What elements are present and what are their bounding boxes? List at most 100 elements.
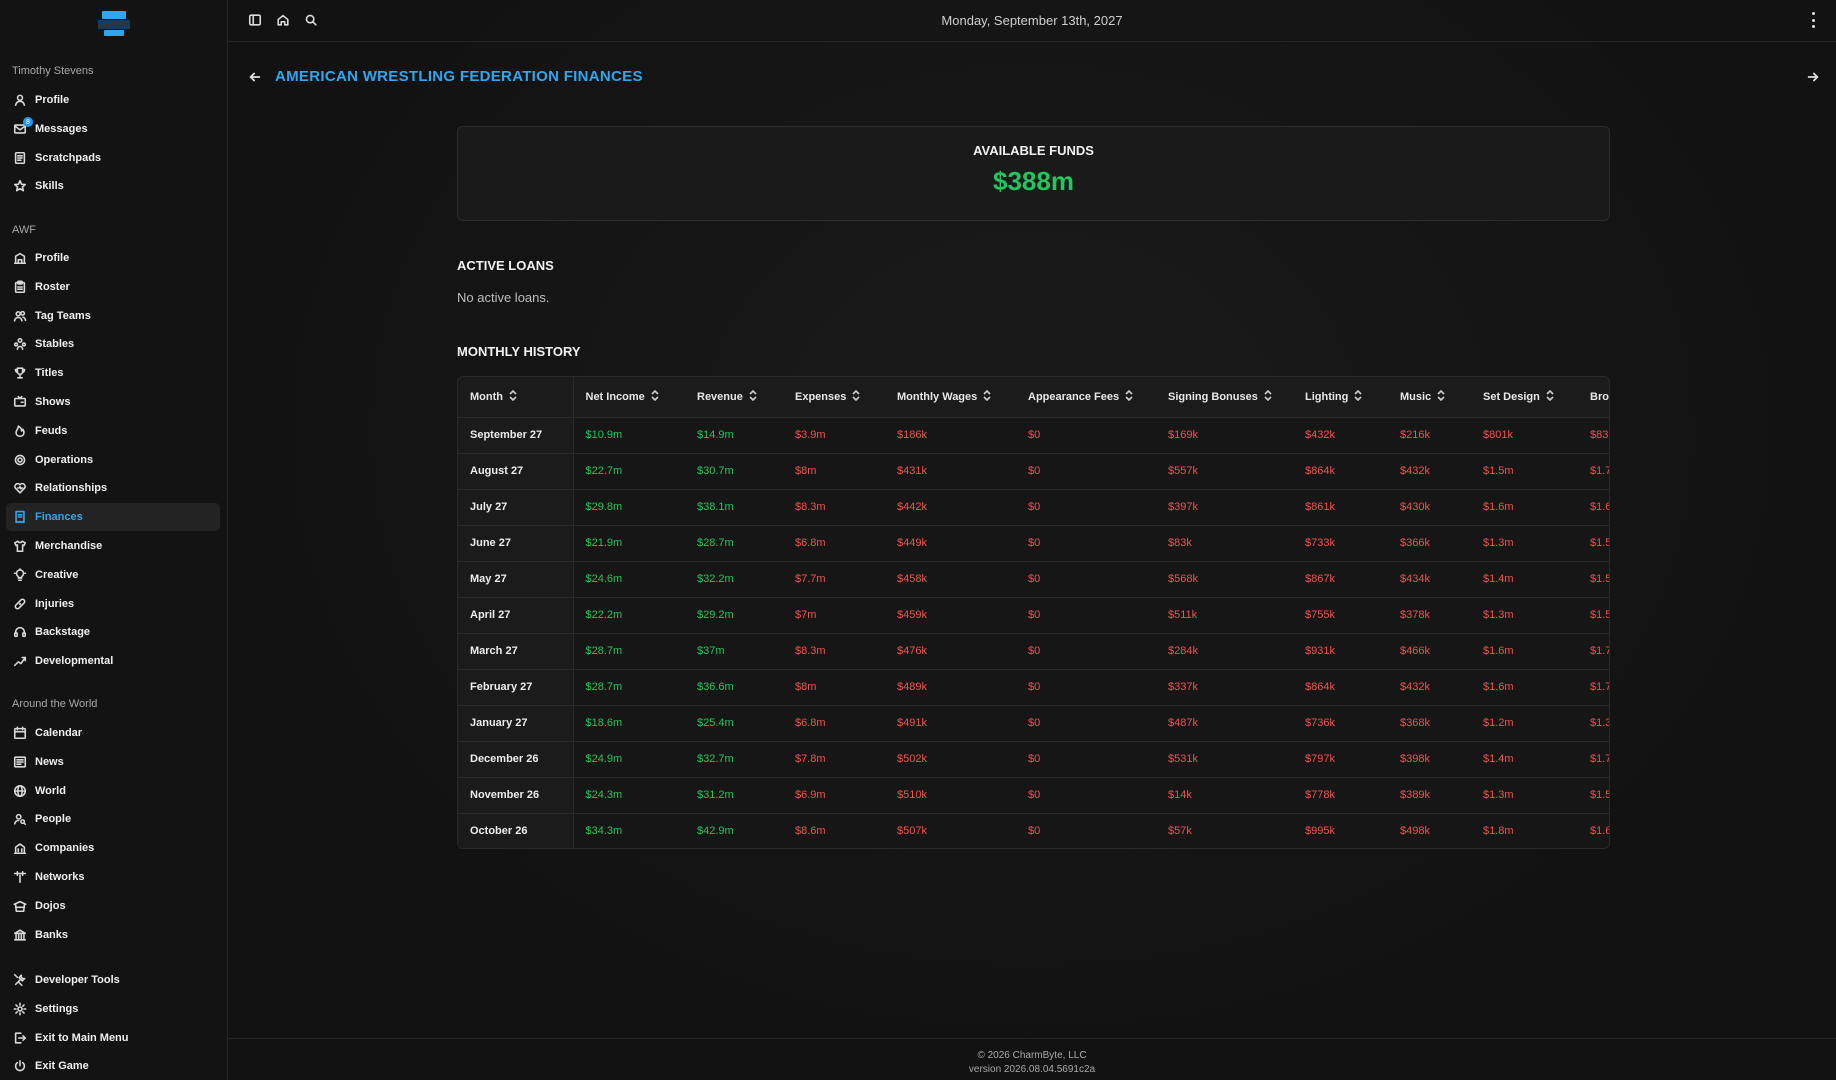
sidebar-item-merchandise[interactable]: Merchandise <box>6 532 220 560</box>
game-logo[interactable] <box>96 10 132 38</box>
sidebar-item-operations[interactable]: Operations <box>6 446 220 474</box>
sidebar-item-label: Scratchpads <box>35 152 102 164</box>
sidebar-item-label: News <box>35 756 64 768</box>
value-cell: $284k <box>1156 633 1293 670</box>
sidebar-item-messages[interactable]: 8 Messages <box>6 115 220 143</box>
sidebar-item-stables[interactable]: Stables <box>6 330 220 358</box>
sidebar-item-relationships[interactable]: Relationships <box>6 474 220 502</box>
monthly-history-table[interactable]: Month Net Income Revenue Expenses Monthly Wa… <box>457 376 1610 849</box>
sidebar-item-world[interactable]: World <box>6 777 220 805</box>
column-header-net-income[interactable]: Net Income <box>573 377 685 418</box>
value-cell: $83 <box>1578 417 1609 454</box>
unread-badge: 8 <box>23 117 33 127</box>
sidebar-item-titles[interactable]: Titles <box>6 359 220 387</box>
value-cell: $430k <box>1388 489 1471 526</box>
sidebar-item-label: Relationships <box>35 482 108 494</box>
column-header-expenses[interactable]: Expenses <box>783 377 885 418</box>
sidebar-item-exit-to-main-menu[interactable]: Exit to Main Menu <box>6 1024 220 1052</box>
sidebar-item-shows[interactable]: Shows <box>6 388 220 416</box>
sidebar-item-networks[interactable]: Networks <box>6 863 220 891</box>
value-cell: $1.6 <box>1578 489 1609 526</box>
sidebar-item-feuds[interactable]: Feuds <box>6 417 220 445</box>
more-options-icon[interactable] <box>1810 12 1816 28</box>
column-header-signing-bonuses[interactable]: Signing Bonuses <box>1156 377 1293 418</box>
value-cell: $25.4m <box>685 705 783 742</box>
sidebar-item-scratchpads[interactable]: Scratchpads <box>6 144 220 172</box>
sidebar-item-calendar[interactable]: Calendar <box>6 719 220 747</box>
companies-icon <box>13 841 27 855</box>
sidebar-item-label: Exit to Main Menu <box>35 1032 129 1044</box>
column-header-month[interactable]: Month <box>458 377 574 418</box>
sidebar-item-news[interactable]: News <box>6 748 220 776</box>
sidebar-item-dojos[interactable]: Dojos <box>6 892 220 920</box>
sidebar-item-people[interactable]: People <box>6 805 220 833</box>
value-cell: $1.5m <box>1471 453 1578 490</box>
sidebar-item-companies[interactable]: Companies <box>6 834 220 862</box>
value-cell: $42.9m <box>697 825 734 838</box>
value-cell: $18.6m <box>573 705 685 742</box>
month-cell: August 27 <box>458 453 574 490</box>
main-content: Monday, September 13th, 2027 AMERICAN WR… <box>228 0 1836 1080</box>
sidebar-item-tag-teams[interactable]: Tag Teams <box>6 302 220 330</box>
building-icon <box>13 251 27 265</box>
sidebar-item-exit-game[interactable]: Exit Game <box>6 1052 220 1080</box>
trophy-icon <box>13 366 27 380</box>
back-arrow-icon[interactable] <box>248 70 262 84</box>
dojo-icon <box>13 899 27 913</box>
sort-icon <box>1437 389 1445 404</box>
sidebar-item-backstage[interactable]: Backstage <box>6 618 220 646</box>
globe-icon <box>13 784 27 798</box>
sidebar-item-creative[interactable]: Creative <box>6 561 220 589</box>
value-cell: $557k <box>1156 453 1293 490</box>
value-cell: $432k <box>1388 669 1471 706</box>
value-cell: $0 <box>1016 705 1156 742</box>
sidebar-item-developmental[interactable]: Developmental <box>6 647 220 675</box>
forward-arrow-icon[interactable] <box>1806 70 1820 84</box>
column-header-bro[interactable]: Bro <box>1578 377 1609 418</box>
sidebar-item-label: World <box>35 785 66 797</box>
sidebar-item-banks[interactable]: Banks <box>6 921 220 949</box>
receipt-icon <box>13 510 27 524</box>
sidebar-item-profile[interactable]: Profile <box>6 86 220 114</box>
value-cell: $28.7m <box>573 633 685 670</box>
sidebar-item-finances[interactable]: Finances <box>6 503 220 531</box>
sidebar-item-roster[interactable]: Roster <box>6 273 220 301</box>
month-cell: December 26 <box>458 741 574 778</box>
value-cell: $489k <box>885 669 1016 706</box>
column-header-set-design[interactable]: Set Design <box>1471 377 1578 418</box>
bandage-icon <box>13 597 27 611</box>
value-cell: $186k <box>885 417 1016 454</box>
headset-icon <box>13 625 27 639</box>
sidebar-item-skills[interactable]: Skills <box>6 172 220 200</box>
sidebar-item-profile[interactable]: Profile <box>6 244 220 272</box>
value-cell: $30.7m <box>685 453 783 490</box>
sidebar-item-injuries[interactable]: Injuries <box>6 590 220 618</box>
sort-icon <box>1546 389 1554 404</box>
sidebar-item-label: Stables <box>35 338 75 350</box>
column-header-music[interactable]: Music <box>1388 377 1471 418</box>
sidebar-item-developer-tools[interactable]: Developer Tools <box>6 966 220 994</box>
value-cell: $511k <box>1156 597 1293 634</box>
value-cell: $1.6m <box>1471 633 1578 670</box>
value-cell: $169k <box>1156 417 1293 454</box>
sort-icon <box>852 389 860 404</box>
value-cell: $931k <box>1293 633 1388 670</box>
value-cell: $867k <box>1293 561 1388 598</box>
sidebar-item-settings[interactable]: Settings <box>6 995 220 1023</box>
star-icon <box>13 179 27 193</box>
value-cell: $1.5 <box>1578 561 1609 598</box>
column-header-appearance-fees[interactable]: Appearance Fees <box>1016 377 1156 418</box>
notepad-icon <box>13 151 27 165</box>
value-cell: $29.8m <box>573 489 685 526</box>
value-cell: $1.7 <box>1578 453 1609 490</box>
sidebar-item-label: Settings <box>35 1003 79 1015</box>
value-cell: $6.8m <box>783 705 885 742</box>
column-header-revenue[interactable]: Revenue <box>685 377 783 418</box>
sidebar-item-label: Banks <box>35 929 69 941</box>
month-cell: November 26 <box>458 777 574 814</box>
shirt-icon <box>13 539 27 553</box>
column-header-monthly-wages[interactable]: Monthly Wages <box>885 377 1016 418</box>
value-cell: $0 <box>1016 777 1156 814</box>
value-cell: $1.6 <box>1590 825 1610 838</box>
column-header-lighting[interactable]: Lighting <box>1293 377 1388 418</box>
